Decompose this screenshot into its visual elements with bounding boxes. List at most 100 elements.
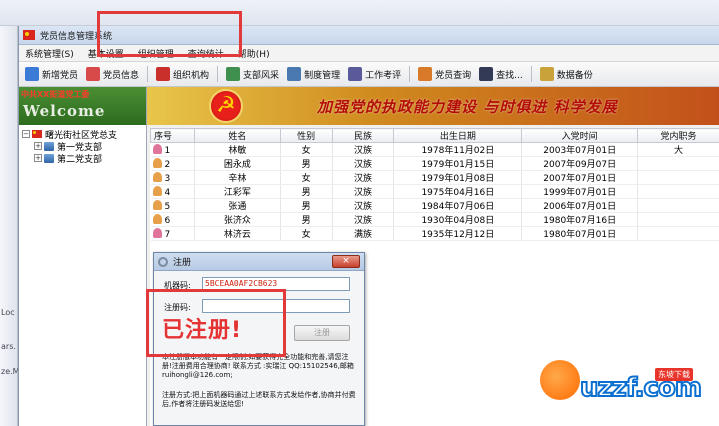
tree-node-branch-2[interactable]: + 第二党支部 — [22, 152, 146, 165]
left-pane: 中共XX街道党工委 Welcome − 曙光街社区党总支 + 第一党支部 + 第 — [19, 87, 147, 426]
background-text: Loc — [1, 308, 15, 317]
cell-text: 1930年04月08日 — [421, 216, 495, 226]
toolbar-org-structure-button[interactable]: 组织机构 — [156, 67, 209, 81]
table-cell: 女 — [280, 142, 333, 157]
background-text: ze.M — [1, 367, 20, 376]
toolbar-separator — [147, 66, 149, 82]
binoculars-icon — [479, 67, 494, 81]
table-cell: 男 — [280, 184, 333, 199]
menu-system[interactable]: 系统管理(S) — [25, 47, 74, 60]
close-button[interactable]: × — [332, 255, 360, 268]
toolbar-rules-button[interactable]: 制度管理 — [287, 67, 340, 81]
cell-text: 1999年07月01日 — [543, 188, 617, 198]
table-row[interactable]: 2 困永成 男 汉族 1979年01月15日 2007年09月07日 — [150, 156, 719, 171]
cell-text: 辛林 — [228, 174, 247, 184]
org-unit-icon — [44, 141, 54, 151]
cell-text: 女 — [301, 174, 311, 184]
table-row[interactable]: 1 林敏 女 汉族 1978年11月02日 2003年07月01日 大 — [150, 142, 719, 157]
cell-text: 男 — [301, 202, 311, 212]
cell-text: 男 — [301, 160, 311, 170]
table-cell: 1978年11月02日 — [393, 142, 523, 157]
table-cell: 2006年07月01日 — [521, 198, 639, 213]
column-header[interactable]: 民族 — [331, 128, 395, 143]
toolbar-work-review-button[interactable]: 工作考评 — [348, 67, 401, 81]
member-info-icon — [86, 67, 101, 81]
column-header[interactable]: 性别 — [279, 128, 333, 143]
expand-icon[interactable]: + — [34, 154, 42, 162]
cell-text: 2003年07月01日 — [543, 146, 617, 156]
cell-text: 4 — [164, 187, 171, 198]
org-tree: − 曙光街社区党总支 + 第一党支部 + 第二党支部 — [19, 125, 146, 165]
table-cell: 7 — [150, 226, 195, 241]
party-flag-icon — [23, 30, 35, 40]
toolbar: 新增党员 党员信息 组织机构 支部风采 制度管理 工作考评 党员查询 查找...… — [19, 62, 719, 87]
cell-text: 女 — [301, 146, 311, 156]
cell-text: 困永成 — [223, 160, 251, 170]
table-cell: 困永成 — [194, 156, 281, 171]
cell-text: 汉族 — [354, 202, 373, 212]
table-cell — [637, 156, 719, 171]
toolbar-backup-button[interactable]: 数据备份 — [539, 67, 593, 81]
org-unit-icon — [44, 153, 54, 163]
table-cell: 汉族 — [332, 198, 395, 213]
cell-text: 汉族 — [354, 216, 373, 226]
slogan-banner: 加强党的执政能力建设 与时俱进 科学发展 — [147, 87, 719, 125]
table-cell: 汉族 — [332, 170, 395, 185]
table-cell: 1980年07月01日 — [521, 226, 639, 241]
cell-text: 林济云 — [223, 230, 251, 240]
table-cell: 林敏 — [194, 142, 281, 157]
table-cell — [637, 212, 719, 227]
toolbar-member-search-button[interactable]: 党员查询 — [418, 67, 471, 81]
toolbar-member-info-button[interactable]: 党员信息 — [86, 67, 139, 81]
cell-text: 女 — [301, 230, 311, 240]
abc-check-icon — [348, 67, 363, 81]
table-row[interactable]: 6 张济众 男 汉族 1930年04月08日 1980年07月16日 — [150, 212, 719, 227]
watermark-logo-icon — [540, 360, 580, 400]
table-cell: 女 — [280, 226, 333, 241]
member-avatar-icon — [152, 185, 162, 196]
table-row[interactable]: 4 江彩军 男 汉族 1975年04月16日 1999年07月01日 — [150, 184, 719, 199]
cell-text: 汉族 — [354, 146, 373, 156]
table-cell: 男 — [280, 156, 333, 171]
table-cell: 1935年12月12日 — [393, 226, 523, 241]
expand-icon[interactable]: + — [34, 142, 42, 150]
toolbar-branch-style-button[interactable]: 支部风采 — [226, 67, 279, 81]
member-avatar-icon — [152, 199, 162, 210]
table-row[interactable]: 3 辛林 女 汉族 1979年01月08日 2007年07月01日 — [150, 170, 719, 185]
dialog-title: 注册 — [173, 258, 192, 268]
rules-icon — [287, 67, 302, 81]
toolbar-add-member-button[interactable]: 新增党员 — [25, 67, 78, 81]
table-cell: 2007年09月07日 — [521, 156, 639, 171]
register-button[interactable]: 注册 — [294, 325, 350, 341]
cell-text: 2007年09月07日 — [543, 160, 617, 170]
hammer-sickle-emblem-icon — [209, 89, 243, 123]
table-row[interactable]: 7 林济云 女 满族 1935年12月12日 1980年07月01日 — [150, 226, 719, 241]
banner-slogan: 加强党的执政能力建设 与时俱进 科学发展 — [317, 98, 618, 116]
toolbar-separator — [217, 66, 219, 82]
dialog-title-bar[interactable]: 注册 × — [154, 253, 364, 271]
member-avatar-icon — [152, 143, 162, 154]
cell-text: 1 — [164, 145, 171, 156]
tree-node-branch-1[interactable]: + 第一党支部 — [22, 140, 146, 153]
column-header[interactable]: 序号 — [150, 128, 195, 143]
cell-text: 1935年12月12日 — [421, 230, 495, 240]
column-header[interactable]: 出生日期 — [393, 128, 523, 143]
column-header[interactable]: 入党时间 — [521, 128, 639, 143]
registered-text: 已注册! — [162, 318, 243, 343]
left-banner: 中共XX街道党工委 Welcome — [19, 87, 146, 125]
cell-text: 2 — [164, 159, 171, 170]
column-header[interactable]: 姓名 — [193, 128, 281, 143]
column-header[interactable]: 党内职务 — [637, 128, 719, 143]
cell-text: 1975年04月16日 — [421, 188, 495, 198]
table-cell: 2007年07月01日 — [521, 170, 639, 185]
table-cell: 1930年04月08日 — [393, 212, 523, 227]
table-cell: 大 — [637, 142, 719, 157]
table-cell: 2 — [150, 156, 195, 171]
cell-text: 7 — [164, 229, 171, 240]
party-flag-icon — [32, 130, 42, 138]
toolbar-find-button[interactable]: 查找... — [479, 67, 523, 81]
table-row[interactable]: 5 张通 男 汉族 1984年07月06日 2006年07月01日 — [150, 198, 719, 213]
tree-root-node[interactable]: − 曙光街社区党总支 — [22, 128, 146, 141]
collapse-icon[interactable]: − — [22, 130, 30, 138]
menu-help[interactable]: 帮助(H) — [238, 47, 270, 60]
